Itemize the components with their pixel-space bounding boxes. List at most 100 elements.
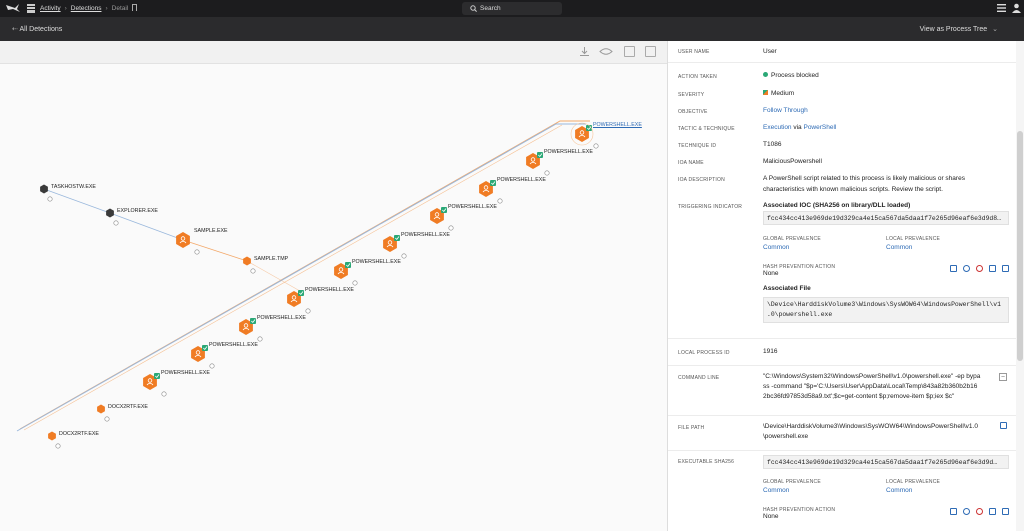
expand-toggle-icon[interactable]: [113, 220, 119, 226]
expand-toggle-icon[interactable]: [593, 143, 599, 149]
process-node-label[interactable]: POWERSHELL.EXE: [448, 204, 497, 210]
user-icon[interactable]: [1012, 3, 1021, 13]
process-node[interactable]: [143, 373, 167, 397]
ioc-hash[interactable]: fcc434cc413e969de19d329ca4e15ca567da5daa…: [763, 211, 1009, 225]
local-process-id-row: LOCAL PROCESS ID 1916: [668, 339, 1017, 366]
associated-file-title: Associated File: [763, 285, 811, 292]
breadcrumb-detections[interactable]: Detections: [71, 5, 102, 12]
expand-toggle-icon[interactable]: [161, 391, 167, 397]
process-node[interactable]: [191, 345, 215, 369]
local-process-id-value: 1916: [763, 348, 778, 355]
tactic-via: via: [793, 124, 802, 131]
expand-toggle-icon[interactable]: [257, 336, 263, 342]
process-tree-canvas[interactable]: [0, 41, 667, 531]
process-node-label[interactable]: POWERSHELL.EXE: [544, 149, 593, 155]
exe-search-hash-icon[interactable]: [963, 508, 970, 515]
process-tree-graph[interactable]: TASKHOSTW.EXE EXPLORER.EXE SAMPLE.EXE SAMPL…: [0, 41, 667, 531]
expand-toggle-icon[interactable]: [104, 416, 110, 422]
collapse-icon[interactable]: –: [999, 373, 1007, 381]
expand-toggle-icon[interactable]: [448, 225, 454, 231]
expand-toggle-icon[interactable]: [194, 249, 200, 255]
apps-menu-icon[interactable]: [27, 4, 35, 13]
expand-toggle-icon[interactable]: [209, 363, 215, 369]
executable-sha256-hash[interactable]: fcc434cc413e969de19d329ca4e15ca567da5daa…: [763, 455, 1009, 469]
breadcrumb-activity[interactable]: Activity: [40, 5, 61, 12]
external-link-icon[interactable]: [1002, 265, 1009, 272]
search-hash-icon[interactable]: [963, 265, 970, 272]
action-taken-key: ACTION TAKEN: [678, 74, 717, 80]
exe-external-link-icon[interactable]: [1002, 508, 1009, 515]
process-node-icon[interactable]: [48, 431, 56, 441]
ioc-global-prevalence-value[interactable]: Common: [763, 244, 789, 251]
search-box[interactable]: Search: [462, 2, 562, 15]
process-node[interactable]: [430, 207, 454, 231]
exe-copy-icon[interactable]: [989, 508, 996, 515]
expand-toggle-icon[interactable]: [497, 198, 503, 204]
process-node-label[interactable]: POWERSHELL.EXE: [401, 232, 450, 238]
file-path-row: FILE PATH \Device\HarddiskVolume3\Window…: [668, 416, 1017, 451]
edit-note-icon[interactable]: [950, 265, 957, 272]
process-node[interactable]: [526, 152, 550, 176]
process-node-label[interactable]: EXPLORER.EXE: [117, 208, 158, 214]
bookmark-icon[interactable]: [132, 4, 138, 11]
view-as-dropdown[interactable]: View as Process Tree ⌄: [920, 25, 998, 33]
block-hash-icon[interactable]: [976, 265, 983, 272]
exe-hash-prevention-value: None: [763, 513, 779, 520]
file-path-edit-icon[interactable]: [1000, 422, 1007, 429]
expand-toggle-icon[interactable]: [352, 280, 358, 286]
exe-global-prevalence-value[interactable]: Common: [763, 487, 789, 494]
process-node-icon[interactable]: [97, 404, 105, 414]
process-node-label[interactable]: POWERSHELL.EXE: [257, 315, 306, 321]
user-name-value: User: [763, 48, 777, 55]
view-as-label: View as Process Tree: [919, 26, 988, 33]
expand-toggle-icon[interactable]: [401, 253, 407, 259]
process-node-label[interactable]: POWERSHELL.EXE: [497, 177, 546, 183]
process-node[interactable]: [239, 318, 263, 342]
expand-toggle-icon[interactable]: [250, 268, 256, 274]
associated-file-path[interactable]: \Device\HarddiskVolume3\Windows\SysWOW64…: [763, 297, 1009, 323]
process-node[interactable]: [383, 235, 407, 259]
tactic-link[interactable]: Execution: [763, 124, 792, 131]
expand-toggle-icon[interactable]: [55, 443, 61, 449]
process-node-label[interactable]: POWERSHELL.EXE: [305, 287, 354, 293]
exe-local-prevalence-value[interactable]: Common: [886, 487, 912, 494]
scrollbar-thumb[interactable]: [1017, 131, 1023, 361]
process-node-label[interactable]: POWERSHELL.EXE: [209, 342, 258, 348]
process-node-label[interactable]: POWERSHELL.EXE: [352, 259, 401, 265]
process-node[interactable]: [334, 262, 358, 286]
process-node-icon[interactable]: [40, 184, 48, 194]
settings-sliders-icon[interactable]: [997, 3, 1006, 13]
file-path-key: FILE PATH: [678, 425, 705, 431]
search-icon: [470, 5, 477, 12]
objective-link[interactable]: Follow Through: [763, 106, 808, 116]
local-process-id-key: LOCAL PROCESS ID: [678, 350, 730, 356]
ioc-local-prevalence-value[interactable]: Common: [886, 244, 912, 251]
exe-edit-note-icon[interactable]: [950, 508, 957, 515]
expand-toggle-icon[interactable]: [544, 170, 550, 176]
prevented-badge-icon: [154, 373, 160, 379]
all-detections-link[interactable]: ⇠ All Detections: [12, 25, 62, 33]
exe-block-hash-icon[interactable]: [976, 508, 983, 515]
process-node[interactable]: [479, 180, 503, 204]
expand-toggle-icon[interactable]: [305, 308, 311, 314]
panel-scrollbar[interactable]: [1016, 41, 1024, 531]
process-node-label[interactable]: SAMPLE.EXE: [194, 228, 228, 234]
process-node-label[interactable]: POWERSHELL.EXE: [161, 370, 210, 376]
expand-toggle-icon[interactable]: [47, 196, 53, 202]
process-node[interactable]: [287, 290, 311, 314]
process-node-label[interactable]: DOCX2RTF.EXE: [59, 431, 99, 437]
prevented-badge-icon: [537, 152, 543, 158]
process-node-icon[interactable]: [106, 208, 114, 218]
ioc-global-prevalence-key: GLOBAL PREVALENCE: [763, 236, 821, 242]
process-node-label[interactable]: TASKHOSTW.EXE: [51, 184, 96, 190]
technique-id-key: TECHNIQUE ID: [678, 143, 717, 149]
copy-icon[interactable]: [989, 265, 996, 272]
technique-link[interactable]: PowerShell: [803, 124, 836, 131]
process-node-label[interactable]: POWERSHELL.EXE: [593, 122, 642, 128]
process-node-label[interactable]: SAMPLE.TMP: [254, 256, 288, 262]
process-node[interactable]: [176, 232, 200, 255]
process-node-label[interactable]: DOCX2RTF.EXE: [108, 404, 148, 410]
process-node-icon[interactable]: [243, 256, 251, 266]
action-taken-value: Process blocked: [771, 72, 819, 79]
falcon-logo-icon[interactable]: [6, 3, 20, 13]
